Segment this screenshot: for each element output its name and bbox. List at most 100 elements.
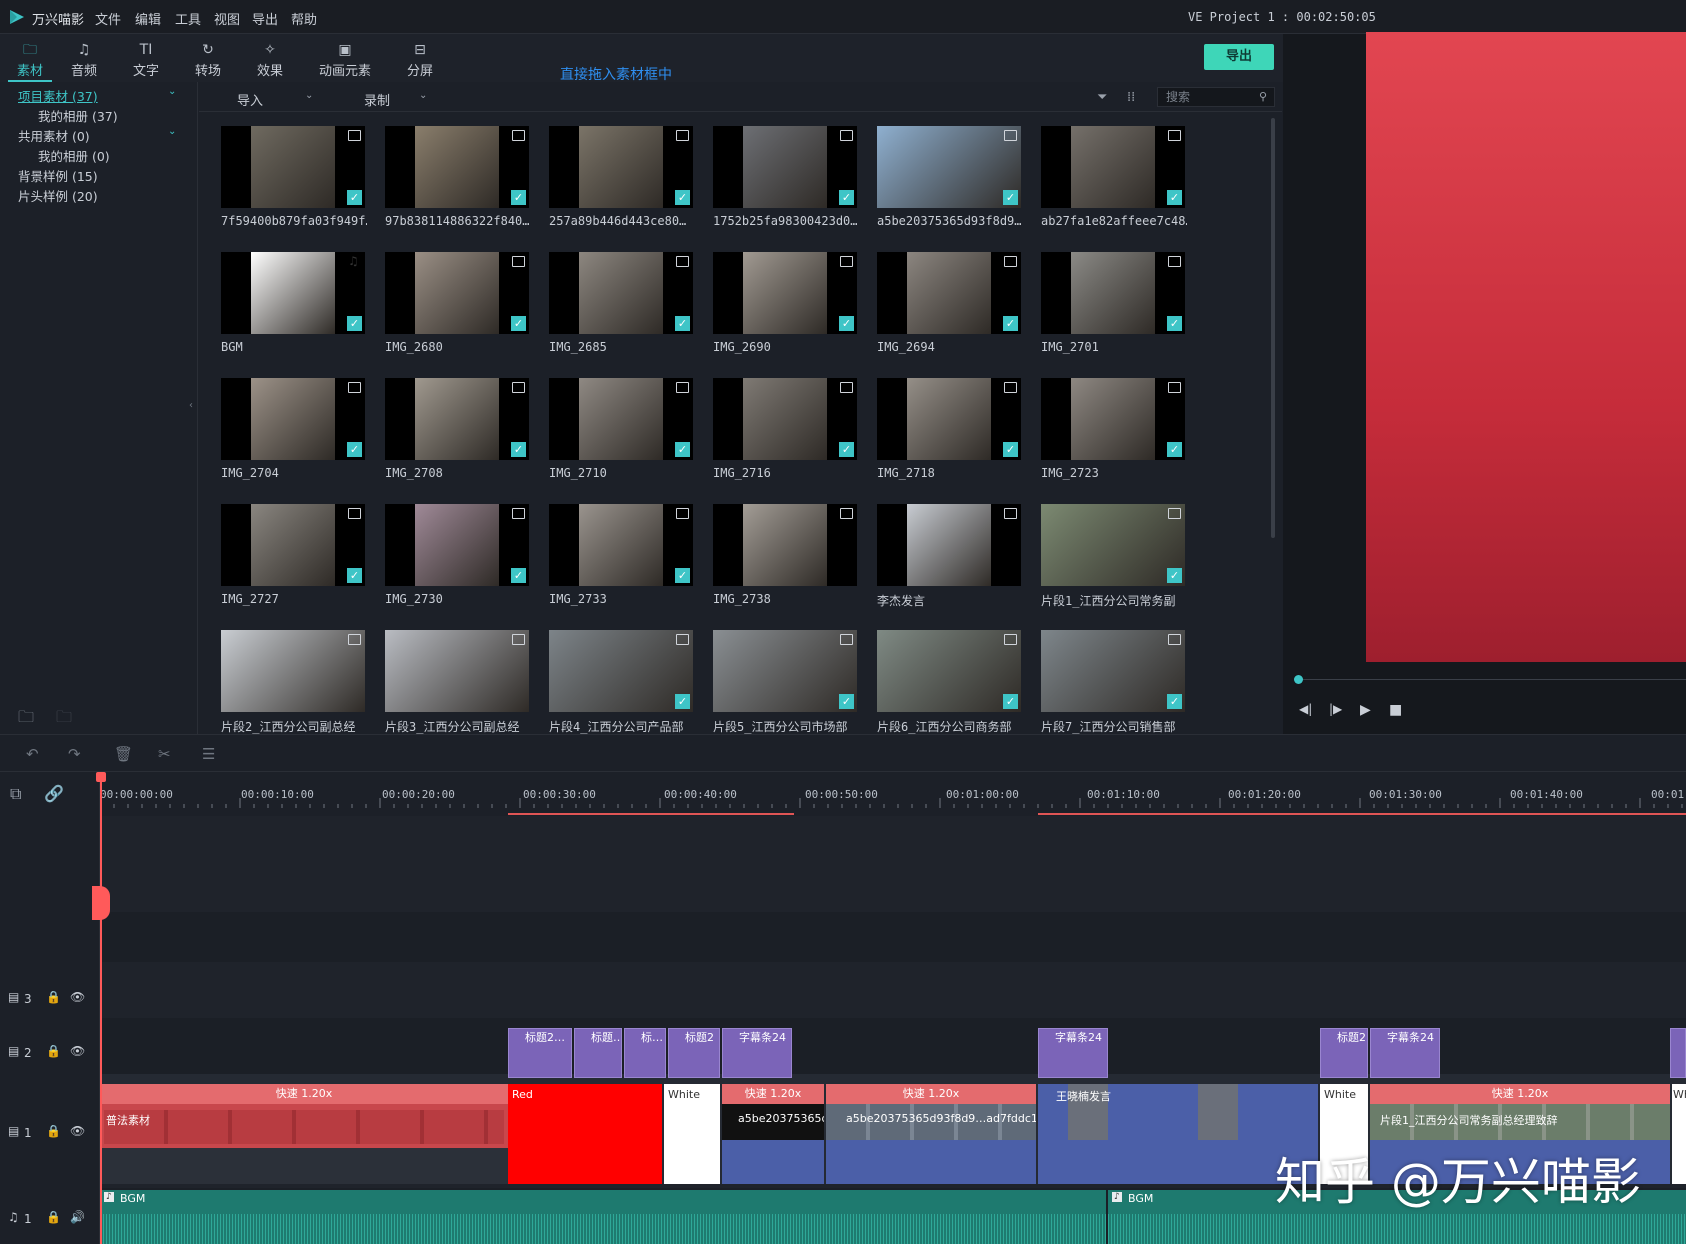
media-item[interactable]: ✓ IMG_2701 (1041, 252, 1187, 354)
media-thumbnail[interactable] (385, 630, 529, 712)
media-thumbnail[interactable]: ✓ (549, 504, 693, 586)
import-dropdown[interactable]: 导入 (237, 90, 263, 109)
media-thumbnail[interactable]: ✓ (877, 126, 1021, 208)
media-item[interactable]: ✓ IMG_2685 (549, 252, 695, 354)
tab-split-screen[interactable]: ⊟ 分屏 (390, 34, 450, 82)
media-item[interactable]: 李杰发言 (877, 504, 1023, 609)
media-thumbnail[interactable]: ✓ (1041, 504, 1185, 586)
media-item[interactable]: ✓ IMG_2730 (385, 504, 531, 606)
media-thumbnail[interactable]: ✓ (385, 126, 529, 208)
media-item[interactable]: ✓ ab27fa1e82affeee7c48… (1041, 126, 1187, 228)
video-clip-a5be-2[interactable]: 快速 1.20x a5be20375365d93f8d9…ad7fddc1e8 (826, 1084, 1036, 1184)
subtitle-clip[interactable]: 字幕条24 (1038, 1028, 1108, 1078)
media-item[interactable]: ✓ 片段1_江西分公司常务副 (1041, 504, 1187, 609)
media-thumbnail[interactable]: ✓ (877, 252, 1021, 334)
video-clip-a5be-1[interactable]: 快速 1.20x a5be20375365d9 (722, 1084, 824, 1184)
red-color-clip[interactable]: Red (508, 1084, 662, 1184)
sidebar-item-shared-media[interactable]: 共用素材 (0) (18, 126, 90, 145)
tab-text[interactable]: TI 文字 (116, 34, 176, 82)
title-clip[interactable]: 标题2… (508, 1028, 572, 1078)
eye-icon[interactable]: 👁 (70, 990, 85, 1004)
sidebar-item-backgrounds[interactable]: 背景样例 (15) (18, 166, 98, 185)
media-item[interactable]: ✓ 257a89b446d443ce80… (549, 126, 695, 228)
cut-icon[interactable]: ✂ (158, 745, 171, 763)
media-item[interactable]: ✓ 片段7_江西分公司销售部 (1041, 630, 1187, 734)
chevron-down-icon[interactable]: ⌄ (168, 126, 176, 137)
media-thumbnail[interactable]: ✓ (385, 252, 529, 334)
menu-edit[interactable]: 编辑 (135, 9, 161, 28)
video-clip-pufa[interactable]: 快速 1.20x 普法素材 (100, 1084, 508, 1184)
media-item[interactable]: IMG_2738 (713, 504, 859, 606)
eye-icon[interactable]: 👁 (70, 1044, 85, 1058)
media-thumbnail[interactable]: ✓ (1041, 378, 1185, 460)
media-thumbnail[interactable]: ✓ (877, 378, 1021, 460)
media-item[interactable]: ✓ IMG_2727 (221, 504, 367, 606)
add-track-icon[interactable]: ⧉ (10, 784, 21, 804)
menu-file[interactable]: 文件 (95, 9, 121, 28)
media-item[interactable]: ✓ 片段5_江西分公司市场部 (713, 630, 859, 734)
media-thumbnail[interactable]: ✓ (549, 630, 693, 712)
timeline-ruler[interactable]: 00:00:00:00 00:00:10:00 00:00:20:00 00:00:3… (100, 772, 1686, 816)
chevron-down-icon[interactable]: ⌄ (419, 90, 427, 101)
white-color-clip[interactable]: Wh (1672, 1084, 1686, 1184)
title-clip[interactable]: 标题2 (668, 1028, 720, 1078)
media-item[interactable]: 片段2_江西分公司副总经 (221, 630, 367, 734)
tab-media[interactable]: 🗀 素材 (0, 34, 60, 82)
media-thumbnail[interactable] (877, 504, 1021, 586)
adjust-icon[interactable]: ☰ (202, 745, 215, 763)
media-thumbnail[interactable]: ✓ (713, 630, 857, 712)
search-input[interactable]: 搜索 (1157, 87, 1275, 107)
undo-icon[interactable]: ↶ (26, 745, 39, 763)
eye-icon[interactable]: 👁 (70, 1124, 85, 1138)
media-thumbnail[interactable]: ✓ (877, 630, 1021, 712)
media-item[interactable]: ✓ IMG_2690 (713, 252, 859, 354)
title-clip[interactable]: 标… (624, 1028, 666, 1078)
export-button[interactable]: 导出 (1204, 44, 1274, 70)
media-item[interactable]: ✓ 7f59400b879fa03f949f… (221, 126, 367, 228)
media-thumbnail[interactable]: ✓ (221, 378, 365, 460)
filter-icon[interactable]: ⏷ (1097, 90, 1107, 105)
media-item[interactable]: 片段3_江西分公司副总经 (385, 630, 531, 734)
media-item[interactable]: ✓ a5be20375365d93f8d9… (877, 126, 1023, 228)
new-folder-icon[interactable]: 🗀 (18, 706, 34, 733)
delete-folder-icon[interactable]: 🗀 (56, 706, 72, 733)
chevron-down-icon[interactable]: ⌄ (168, 86, 176, 97)
media-thumbnail[interactable] (221, 630, 365, 712)
record-dropdown[interactable]: 录制 (364, 90, 390, 109)
media-item[interactable]: ✓ IMG_2723 (1041, 378, 1187, 480)
preview-scrubber[interactable] (1298, 679, 1686, 680)
step-forward-icon[interactable]: |▶ (1329, 702, 1342, 716)
subtitle-clip[interactable]: 字幕条24 (722, 1028, 792, 1078)
menu-tools[interactable]: 工具 (175, 9, 201, 28)
redo-icon[interactable]: ↷ (68, 745, 81, 763)
media-thumbnail[interactable]: ✓ (713, 126, 857, 208)
media-item[interactable]: ✓ IMG_2680 (385, 252, 531, 354)
search-icon[interactable]: ⚲ (1259, 90, 1267, 103)
menu-help[interactable]: 帮助 (291, 9, 317, 28)
media-thumbnail[interactable]: ✓ (549, 378, 693, 460)
media-thumbnail[interactable]: ♫ ✓ (221, 252, 365, 334)
stop-icon[interactable]: ■ (1389, 702, 1402, 718)
media-scrollbar[interactable] (1271, 118, 1275, 538)
lock-icon[interactable]: 🔒 (46, 1044, 61, 1058)
media-thumbnail[interactable]: ✓ (549, 126, 693, 208)
tab-transition[interactable]: ↻ 转场 (178, 34, 238, 82)
playhead[interactable] (100, 776, 102, 1244)
link-icon[interactable]: 🔗 (44, 784, 64, 803)
media-item[interactable]: ✓ IMG_2708 (385, 378, 531, 480)
lock-icon[interactable]: 🔒 (46, 1210, 61, 1224)
media-thumbnail[interactable]: ✓ (713, 252, 857, 334)
title-clip[interactable]: 标题2 (1320, 1028, 1368, 1078)
media-item[interactable]: ✓ IMG_2733 (549, 504, 695, 606)
media-item[interactable]: ✓ IMG_2704 (221, 378, 367, 480)
tab-effects[interactable]: ✧ 效果 (240, 34, 300, 82)
media-item[interactable]: ✓ 片段4_江西分公司产品部 (549, 630, 695, 734)
media-item[interactable]: ✓ IMG_2716 (713, 378, 859, 480)
prev-frame-icon[interactable]: ◀| (1299, 702, 1312, 716)
media-thumbnail[interactable] (713, 504, 857, 586)
title-clip[interactable] (1670, 1028, 1686, 1078)
media-item[interactable]: ✓ IMG_2718 (877, 378, 1023, 480)
media-thumbnail[interactable]: ✓ (385, 504, 529, 586)
grid-view-icon[interactable]: ⁞⁞ (1127, 90, 1135, 105)
play-icon[interactable]: ▶ (1360, 702, 1371, 718)
